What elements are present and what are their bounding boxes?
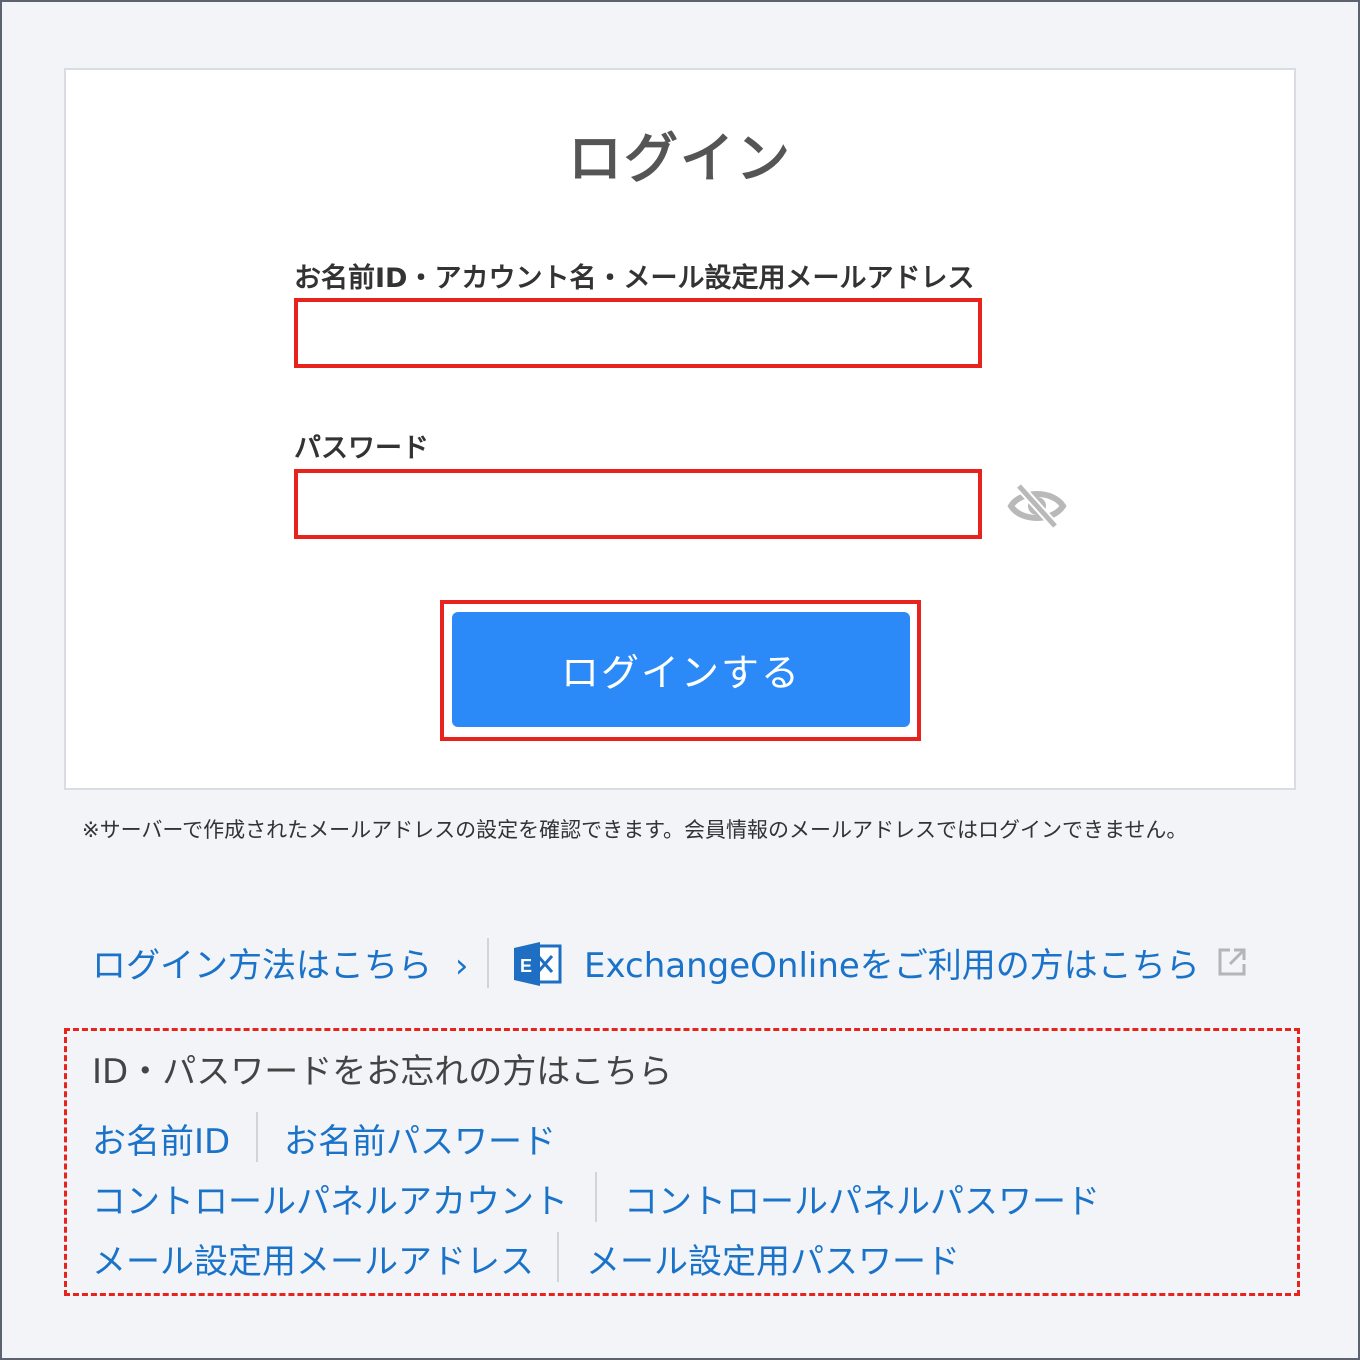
login-help-label: ログイン方法はこちら [92,946,432,986]
forgot-mail-password-link[interactable]: メール設定用パスワード [586,1234,960,1283]
divider [595,1172,597,1222]
exchange-online-link[interactable]: ExchangeOnlineをご利用の方はこちら [584,938,1200,987]
id-label: お名前ID・アカウント名・メール設定用メールアドレス [294,263,975,294]
svg-text:E: E [520,956,532,976]
forgot-mail-address-link[interactable]: メール設定用メールアドレス [92,1234,534,1283]
chevron-right-icon: › [454,946,469,986]
exchange-logo-icon: E [514,942,562,995]
login-button[interactable]: ログインする [452,612,910,727]
notice-text: ※サーバーで作成されたメールアドレスの設定を確認できます。会員情報のメールアドレ… [82,818,1188,842]
eye-slash-icon [1007,482,1067,530]
forgot-cp-account-link[interactable]: コントロールパネルアカウント [92,1174,568,1223]
divider [256,1112,258,1162]
divider [487,938,489,988]
id-input[interactable] [294,298,982,368]
forgot-onamae-password-link[interactable]: お名前パスワード [284,1114,556,1163]
forgot-credentials-title: ID・パスワードをお忘れの方はこちら [92,1052,673,1092]
exchange-online-label: ExchangeOnlineをご利用の方はこちら [584,946,1200,986]
divider [557,1232,559,1282]
forgot-onamae-id-link[interactable]: お名前ID [92,1114,230,1163]
password-input[interactable] [294,469,982,539]
forgot-cp-password-link[interactable]: コントロールパネルパスワード [624,1174,1100,1223]
external-link-icon [1216,946,1248,987]
login-help-link[interactable]: ログイン方法はこちら › [92,938,468,987]
toggle-password-visibility[interactable] [1007,478,1067,534]
page-title: ログイン [568,127,792,190]
password-label: パスワード [294,433,429,464]
